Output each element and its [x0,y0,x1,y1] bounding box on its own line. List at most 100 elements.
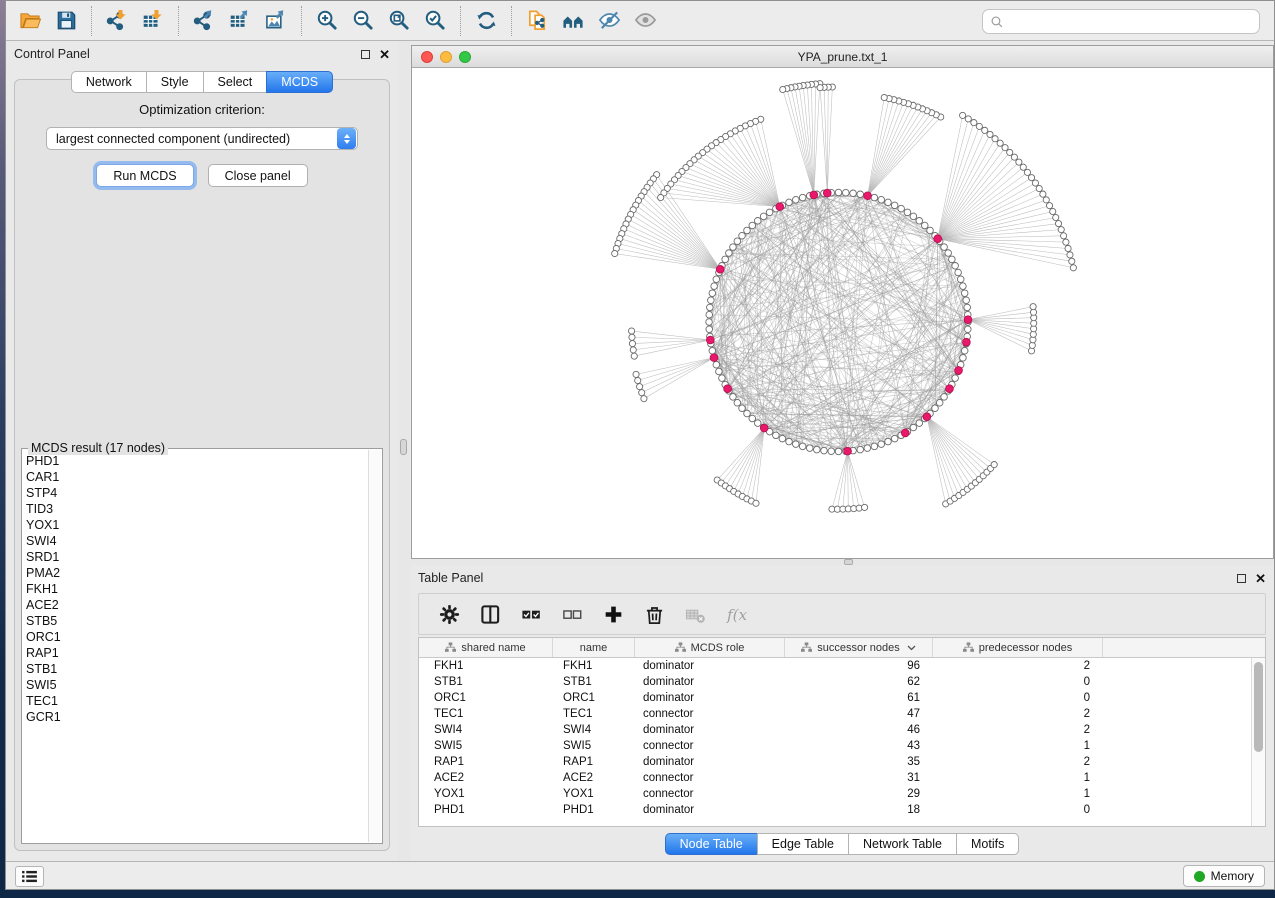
tab-network-table[interactable]: Network Table [848,833,956,855]
cell-predecessor-nodes: 1 [933,738,1103,754]
tab-mcds[interactable]: MCDS [266,71,333,93]
mcds-result-scrollbar[interactable] [368,450,381,842]
table-row[interactable]: YOX1YOX1connector291 [419,786,1251,802]
column-header-name[interactable]: name [553,638,635,657]
mcds-result-item[interactable]: TEC1 [26,693,366,709]
mcds-result-item[interactable]: ACE2 [26,597,366,613]
table-row[interactable]: FKH1FKH1dominator962 [419,658,1251,674]
tab-motifs[interactable]: Motifs [956,833,1019,855]
column-type-icon [801,642,812,653]
column-header-successor-nodes[interactable]: successor nodes [785,638,933,657]
network-titlebar[interactable]: YPA_prune.txt_1 [412,46,1273,68]
window-minimize-icon[interactable] [440,51,452,63]
table-row[interactable]: ACE2ACE2connector311 [419,770,1251,786]
tab-select[interactable]: Select [203,71,267,93]
cell-successor-nodes: 29 [785,786,933,802]
window-zoom-icon[interactable] [459,51,471,63]
table-scrollbar[interactable] [1251,658,1265,826]
vertical-splitter-handle[interactable] [400,439,407,455]
add-column-icon[interactable] [603,604,624,625]
mcds-result-item[interactable]: SWI5 [26,677,366,693]
table-row[interactable]: PHD1PHD1dominator180 [419,802,1251,818]
show-all-icon[interactable] [627,5,663,37]
save-session-icon[interactable] [48,5,84,37]
vertical-splitter[interactable] [398,41,410,861]
cell-successor-nodes: 31 [785,770,933,786]
toggle-panel-icon[interactable] [480,604,501,625]
zoom-in-icon[interactable] [309,5,345,37]
first-neighbors-icon[interactable] [555,5,591,37]
mcds-result-item[interactable]: YOX1 [26,517,366,533]
mcds-result-item[interactable]: PMA2 [26,565,366,581]
mcds-result-item[interactable]: STP4 [26,485,366,501]
import-network-icon[interactable] [99,5,135,37]
criterion-select[interactable]: largest connected component (undirected) [46,127,358,150]
cell-name: ORC1 [553,690,635,706]
cell-name: YOX1 [553,786,635,802]
search-input[interactable] [1004,10,1259,33]
tab-edge-table[interactable]: Edge Table [757,833,848,855]
cell-predecessor-nodes: 1 [933,770,1103,786]
zoom-out-icon[interactable] [345,5,381,37]
select-all-rows-icon[interactable] [521,604,542,625]
mcds-result-list[interactable]: PHD1CAR1STP4TID3YOX1SWI4SRD1PMA2FKH1ACE2… [26,453,366,841]
table-row[interactable]: STB1STB1dominator620 [419,674,1251,690]
search-box[interactable] [982,9,1260,34]
share-document-icon[interactable] [519,5,555,37]
zoom-fit-icon[interactable] [381,5,417,37]
column-header-filler [1103,638,1265,657]
zoom-selected-icon[interactable] [417,5,453,37]
mcds-result-item[interactable]: PHD1 [26,453,366,469]
mcds-result-item[interactable]: TID3 [26,501,366,517]
mcds-result-item[interactable]: STB1 [26,661,366,677]
export-network-icon[interactable] [186,5,222,37]
mcds-result-item[interactable]: SWI4 [26,533,366,549]
network-graph[interactable] [412,68,1273,558]
table-scrollbar-thumb[interactable] [1254,662,1263,752]
mcds-result-item[interactable]: STB5 [26,613,366,629]
mcds-result-item[interactable]: CAR1 [26,469,366,485]
float-table-panel-icon[interactable] [1237,574,1246,583]
mcds-result-item[interactable]: RAP1 [26,645,366,661]
mcds-result-item[interactable]: SRD1 [26,549,366,565]
window-close-icon[interactable] [421,51,433,63]
toolbar-separator [91,6,92,36]
tab-style[interactable]: Style [146,71,203,93]
cell-MCDS-role: dominator [635,658,785,674]
mcds-result-item[interactable]: ORC1 [26,629,366,645]
column-type-icon [963,642,974,653]
table-row[interactable]: TEC1TEC1connector472 [419,706,1251,722]
run-mcds-button[interactable]: Run MCDS [96,164,193,187]
delete-column-icon[interactable] [644,604,665,625]
deselect-all-rows-icon[interactable] [562,604,583,625]
open-session-icon[interactable] [12,5,48,37]
mcds-result-item[interactable]: GCR1 [26,709,366,725]
network-canvas[interactable] [412,68,1273,558]
memory-button[interactable]: Memory [1183,865,1265,887]
column-header-predecessor-nodes[interactable]: predecessor nodes [933,638,1103,657]
import-table-icon[interactable] [135,5,171,37]
toolbar-separator [301,6,302,36]
table-panel-header: Table Panel ✕ [410,565,1274,591]
settings-gear-icon[interactable] [439,604,460,625]
column-header-shared-name[interactable]: shared name [419,638,553,657]
table-row[interactable]: RAP1RAP1dominator352 [419,754,1251,770]
table-row[interactable]: ORC1ORC1dominator610 [419,690,1251,706]
hide-selected-icon[interactable] [591,5,627,37]
refresh-icon[interactable] [468,5,504,37]
tab-node-table[interactable]: Node Table [665,833,757,855]
close-panel-icon[interactable]: ✕ [379,50,390,59]
export-image-icon[interactable] [258,5,294,37]
table-row[interactable]: SWI4SWI4dominator462 [419,722,1251,738]
close-panel-button[interactable]: Close panel [208,164,308,187]
mcds-result-item[interactable]: FKH1 [26,581,366,597]
close-table-panel-icon[interactable]: ✕ [1255,574,1266,583]
tab-network[interactable]: Network [71,71,146,93]
float-panel-icon[interactable] [361,50,370,59]
panel-menu-button[interactable] [15,866,44,887]
cell-name: FKH1 [553,658,635,674]
cell-shared-name: RAP1 [419,754,553,770]
column-header-MCDS-role[interactable]: MCDS role [635,638,785,657]
export-table-icon[interactable] [222,5,258,37]
table-row[interactable]: SWI5SWI5connector431 [419,738,1251,754]
